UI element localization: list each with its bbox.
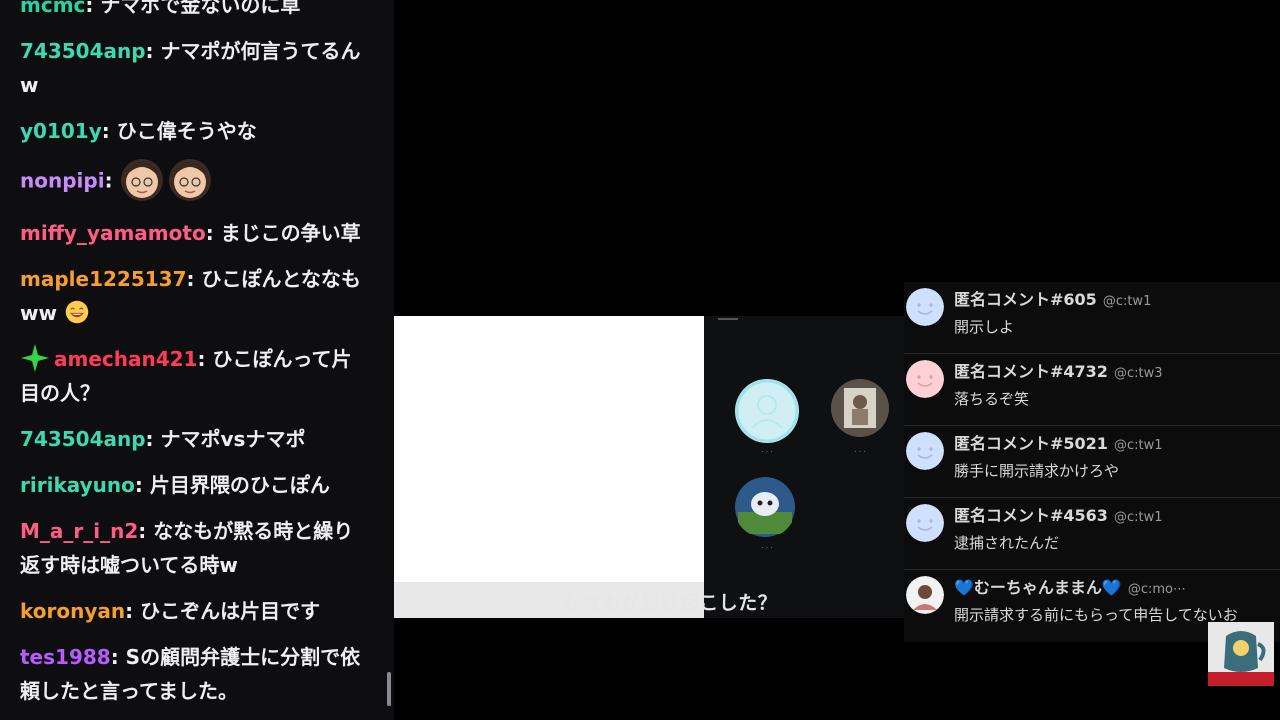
participant-avatar <box>735 477 795 537</box>
chat-username[interactable]: koronyan <box>20 599 125 623</box>
comment-text: 開示しよ <box>954 318 1015 336</box>
chat-text: 片目界隈のひこぽん <box>149 473 330 497</box>
comment-handle: @c:tw1 <box>1113 510 1163 525</box>
chat-message: miffy_yamamoto: まじこの争い草 <box>20 221 361 245</box>
participant-avatar <box>831 379 889 437</box>
chat-text: ナマポvsナマポ <box>160 427 306 451</box>
comment-item: 匿名コメント#4563 @c:tw1 逮捕されたんだ <box>904 498 1280 570</box>
comment-handle: @c:tw3 <box>1113 366 1163 381</box>
comment-author: 匿名コメント#5021 <box>954 434 1108 453</box>
call-header-line <box>718 318 738 320</box>
chat-message: y0101y: ひこ偉そうやな <box>20 119 257 143</box>
chat-username[interactable]: M_a_r_i_n2 <box>20 519 138 543</box>
comment-item: 匿名コメント#5021 @c:tw1 勝手に開示請求かけろや <box>904 426 1280 498</box>
comment-author: 匿名コメント#4563 <box>954 506 1108 525</box>
smiley-avatar-icon <box>906 360 944 398</box>
comment-text: 勝手に開示請求かけろや <box>954 462 1120 480</box>
comment-author: 匿名コメント#4732 <box>954 362 1108 381</box>
chat-message: nonpipi: <box>20 159 370 204</box>
chat-username[interactable]: tes1988 <box>20 645 111 669</box>
comment-text: 開示請求する前にもらって申告してないお <box>954 606 1238 624</box>
comment-author: 💙むーちゃんままん💙 <box>954 578 1122 597</box>
comment-handle: @c:tw1 <box>1102 294 1152 309</box>
chat-message: M_a_r_i_n2: ななもが黙る時と繰り返す時は嘘ついてる時w <box>20 519 354 577</box>
chat-message: ririkayuno: 片目界隈のひこぽん <box>20 473 330 497</box>
chat-text: まじこの争い草 <box>220 221 361 245</box>
face-emote-icon <box>120 159 163 201</box>
participant-label: · · · <box>854 448 866 456</box>
participant-label: · · · <box>761 448 773 456</box>
participant-avatar <box>735 379 799 443</box>
comment-author: 匿名コメント#605 <box>954 290 1097 309</box>
chat-username[interactable]: nonpipi <box>20 169 105 193</box>
smiley-avatar-icon <box>906 288 944 326</box>
screen-share-panel <box>394 316 704 618</box>
comment-text: 逮捕されたんだ <box>954 534 1060 552</box>
chat-username[interactable]: y0101y <box>20 119 102 143</box>
chat-username[interactable]: miffy_yamamoto <box>20 221 206 245</box>
voice-call-panel: · · · · · · · · · <box>704 316 904 618</box>
chat-message: 743504anp: ナマポが何言うてるんw <box>20 39 361 97</box>
grin-emoji-icon <box>65 300 89 323</box>
face-emote-icon <box>168 159 211 201</box>
comment-item: 匿名コメント#4732 @c:tw3 落ちるぞ笑 <box>904 354 1280 426</box>
smiley-avatar-icon <box>906 432 944 470</box>
channel-logo-icon <box>1208 622 1274 686</box>
chat-username[interactable]: ririkayuno <box>20 473 135 497</box>
chat-message: mcmc: ナマポで金ないのに草 <box>20 0 370 22</box>
comment-handle: @c:mo⋯ <box>1127 582 1187 597</box>
chat-username[interactable]: 743504anp <box>20 427 146 451</box>
video-subtitle: ななもが犯罪起こした？ <box>562 592 778 614</box>
chat-message-list: mcmc: ナマポで金ないのに草 743504anp: ナマポが何言うてるんw … <box>20 0 370 720</box>
chat-message: amechan421: ひこぽんって片目の人？ <box>20 342 370 410</box>
sparkle-badge-icon <box>21 343 49 372</box>
chat-scrollbar[interactable] <box>387 672 391 706</box>
chat-text: ひこぞんは片目です <box>140 599 321 623</box>
comment-item: 匿名コメント#605 @c:tw1 開示しよ <box>904 282 1280 354</box>
chat-username[interactable]: maple1225137 <box>20 267 186 291</box>
user-avatar-icon <box>906 576 944 614</box>
chat-panel: mcmc: ナマポで金ないのに草 743504anp: ナマポが何言うてるんw … <box>0 0 394 720</box>
comment-handle: @c:tw1 <box>1113 438 1163 453</box>
chat-username[interactable]: mcmc <box>20 0 85 17</box>
smiley-avatar-icon <box>906 504 944 542</box>
chat-message: tes1988: Sの顧問弁護士に分割で依頼したと言ってました。 <box>20 645 361 703</box>
comment-text: 落ちるぞ笑 <box>954 390 1030 408</box>
participant-label: · · · <box>761 544 773 552</box>
chat-username[interactable]: 743504anp <box>20 39 146 63</box>
chat-text: ひこ偉そうやな <box>116 119 257 143</box>
anonymous-comments-panel: 匿名コメント#605 @c:tw1 開示しよ 匿名コメント#4732 @c:tw3 … <box>904 282 1280 642</box>
chat-text: ナマポで金ないのに草 <box>100 0 301 17</box>
chat-message: koronyan: ひこぞんは片目です <box>20 599 321 623</box>
chat-message: 743504anp: ナマポvsナマポ <box>20 427 306 451</box>
chat-message: maple1225137: ひこぽんとななもww <box>20 267 361 325</box>
chat-username[interactable]: amechan421 <box>54 347 197 371</box>
